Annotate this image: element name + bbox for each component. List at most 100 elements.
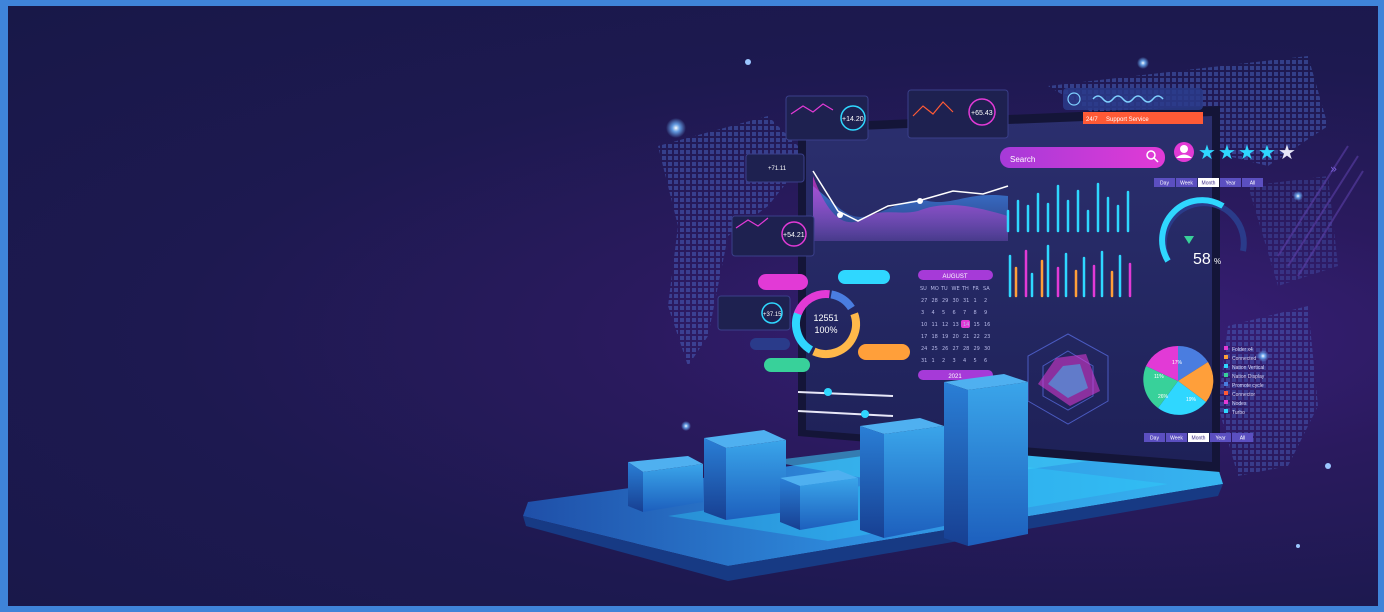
calendar-day[interactable]: 9 [984,310,987,316]
calendar-day[interactable]: 2 [942,358,945,364]
legend-item: Nation Vertical [1232,365,1264,371]
search-input[interactable]: Search [1010,155,1035,164]
calendar-day[interactable]: 18 [932,334,938,340]
card-value: +71.11 [768,166,787,172]
calendar-day[interactable]: 29 [942,298,948,304]
stat-card: +54.21 [731,215,815,257]
tab-label: All [1250,181,1256,187]
legend-item: Nodes [1232,401,1247,407]
stat-card: +37.15 [717,295,791,331]
star-icon: ★ [1238,140,1256,164]
legend-item: Connector [1232,392,1255,398]
calendar-day[interactable]: 6 [953,310,956,316]
legend-item: Turbo [1232,410,1245,416]
star-icon: ★ [1278,140,1296,164]
calendar-day[interactable]: 24 [921,346,927,352]
calendar-day[interactable]: 19 [942,334,948,340]
rating-stars: ★ ★ ★ ★ ★ [1198,140,1296,164]
calendar-day[interactable]: 4 [963,358,966,364]
pie-label: 26% [1158,394,1169,400]
calendar-day[interactable]: 28 [932,298,938,304]
laptop-dashboard-illustration: Search ★ ★ ★ ★ ★ 24/7 Support Service +1… [523,56,1364,581]
calendar-weekday: MO [931,286,939,292]
calendar-year: 2021 [948,374,962,380]
stat-card: +65.43 [907,89,1009,139]
tab-label: Month [1192,436,1206,442]
calendar-day[interactable]: 27 [921,298,927,304]
3d-bar [704,430,786,520]
calendar-day[interactable]: 14 [963,322,969,328]
calendar-day[interactable]: 29 [974,346,980,352]
legend-swatch [1224,400,1228,404]
legend-swatch [1224,355,1228,359]
pie-label: 19% [1186,397,1197,403]
star-icon: ★ [1218,140,1236,164]
card-value: +14.20 [842,116,864,123]
calendar-day[interactable]: 20 [953,334,959,340]
calendar-day[interactable]: 3 [953,358,956,364]
calendar-day[interactable]: 8 [974,310,977,316]
legend-item: Folder x4 [1232,347,1253,353]
calendar-day[interactable]: 22 [974,334,980,340]
calendar-day[interactable]: 15 [974,322,980,328]
calendar-day[interactable]: 27 [953,346,959,352]
calendar-day[interactable]: 12 [942,322,948,328]
page-frame: Search ★ ★ ★ ★ ★ 24/7 Support Service +1… [0,0,1384,612]
calendar-day[interactable]: 11 [932,322,938,328]
calendar-day[interactable]: 1 [932,358,935,364]
calendar-day[interactable]: 6 [984,358,987,364]
calendar-day[interactable]: 23 [984,334,990,340]
calendar-day[interactable]: 13 [953,322,959,328]
calendar-day[interactable]: 25 [932,346,938,352]
calendar-weekday: TH [961,286,969,292]
3d-bar [860,418,944,538]
calendar-day[interactable]: 1 [974,298,977,304]
slider-thumb[interactable] [824,388,832,396]
support-banner[interactable]: 24/7 Support Service [1063,88,1203,124]
period-tabs-bottom[interactable]: Day Week Month Year All [1144,433,1253,442]
tab-label: Week [1170,436,1183,442]
legend-swatch [1224,409,1228,413]
slider-thumb[interactable] [861,410,869,418]
calendar-day[interactable]: 21 [963,334,969,340]
calendar-day[interactable]: 10 [921,322,927,328]
calendar-day[interactable]: 28 [963,346,969,352]
calendar-weekday: WE [952,286,960,292]
avatar[interactable] [1174,142,1194,162]
stat-card: +71.11 [745,153,805,183]
search-bar[interactable]: Search [1000,147,1165,168]
calendar-day[interactable]: 5 [942,310,945,316]
calendar-day[interactable]: 26 [942,346,948,352]
tab-label: All [1240,436,1246,442]
tab-label: Day [1160,181,1169,187]
calendar-day[interactable]: 30 [953,298,959,304]
calendar-day[interactable]: 31 [921,358,927,364]
calendar-day[interactable]: 17 [921,334,927,340]
legend-swatch [1224,382,1228,386]
stat-card: +14.20 [785,95,869,141]
legend-item: Nation Display [1232,374,1265,380]
legend-swatch [1224,346,1228,350]
pie-label: 17% [1172,360,1183,366]
donut-center-percent: 100% [814,325,837,335]
calendar-day[interactable]: 3 [921,310,924,316]
calendar-day[interactable]: 30 [984,346,990,352]
calendar-day[interactable]: 4 [932,310,935,316]
calendar-weekday: FR [973,286,980,292]
tab-label: Day [1150,436,1159,442]
tab-label: Year [1225,181,1235,187]
calendar-day[interactable]: 16 [984,322,990,328]
calendar-day[interactable]: 31 [963,298,969,304]
calendar-weekday: SA [983,286,990,292]
legend-swatch [1224,364,1228,368]
period-tabs-top[interactable]: Day Week Month Year All [1154,178,1263,187]
hero-illustration: Search ★ ★ ★ ★ ★ 24/7 Support Service +1… [8,6,1378,606]
calendar-weekday: TU [940,286,948,292]
calendar-weekday: SU [920,286,927,292]
support-label: Support Service [1106,117,1149,123]
calendar-day[interactable]: 5 [974,358,977,364]
star-icon: ★ [1198,140,1216,164]
calendar-day[interactable]: 2 [984,298,987,304]
calendar-day[interactable]: 7 [963,310,966,316]
star-icon: ★ [1258,140,1276,164]
